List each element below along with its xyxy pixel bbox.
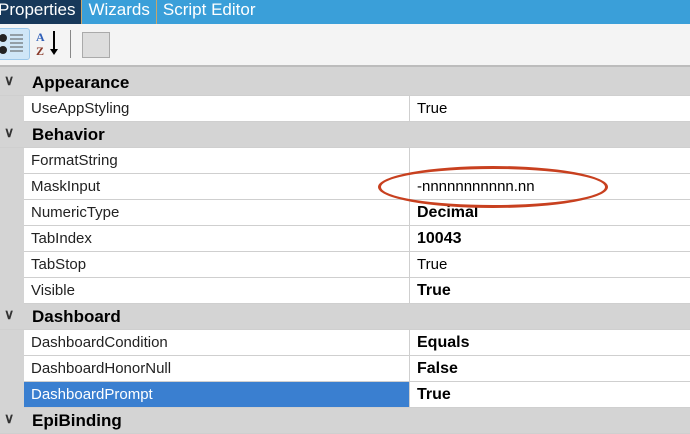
tab-script-editor[interactable]: Script Editor: [157, 0, 262, 24]
chevron-down-icon[interactable]: ∨: [4, 124, 14, 141]
property-grid: ∨ Appearance UseAppStyling True ∨ Behavior …: [0, 70, 690, 434]
category-appearance[interactable]: ∨ Appearance: [0, 70, 690, 96]
svg-text:A: A: [36, 30, 45, 44]
svg-text:Z: Z: [36, 44, 44, 58]
property-row[interactable]: TabStop True: [24, 252, 690, 278]
property-row[interactable]: DashboardCondition Equals: [24, 330, 690, 356]
sort-az-icon[interactable]: AZ: [34, 28, 62, 58]
tab-properties[interactable]: Properties: [0, 0, 83, 24]
categorized-icon[interactable]: [0, 28, 30, 60]
annotation-ellipse: [378, 166, 608, 208]
property-row[interactable]: UseAppStyling True: [24, 96, 690, 122]
category-dashboard[interactable]: ∨ Dashboard: [0, 304, 690, 330]
property-row-selected[interactable]: DashboardPrompt True: [24, 382, 690, 408]
property-value[interactable]: 10043: [409, 226, 690, 251]
tab-wizards[interactable]: Wizards: [82, 0, 157, 24]
property-value[interactable]: Equals: [409, 330, 690, 355]
property-pages-icon[interactable]: [82, 32, 110, 58]
toolbar: AZ: [0, 24, 690, 67]
category-behavior[interactable]: ∨ Behavior: [0, 122, 690, 148]
tab-bar: Properties Wizards Script Editor: [0, 0, 690, 24]
category-epibinding[interactable]: ∨ EpiBinding: [0, 408, 690, 434]
chevron-down-icon[interactable]: ∨: [4, 72, 14, 89]
property-value[interactable]: False: [409, 356, 690, 381]
toolbar-divider: [70, 30, 71, 58]
property-value[interactable]: True: [409, 96, 690, 121]
property-row[interactable]: FormatString: [24, 148, 690, 174]
chevron-down-icon[interactable]: ∨: [4, 410, 14, 427]
property-value[interactable]: True: [409, 382, 690, 407]
property-value[interactable]: True: [409, 252, 690, 277]
property-row[interactable]: Visible True: [24, 278, 690, 304]
property-row[interactable]: TabIndex 10043: [24, 226, 690, 252]
property-row[interactable]: DashboardHonorNull False: [24, 356, 690, 382]
chevron-down-icon[interactable]: ∨: [4, 306, 14, 323]
property-value[interactable]: True: [409, 278, 690, 303]
property-row[interactable]: NumericType Decimal: [24, 200, 690, 226]
